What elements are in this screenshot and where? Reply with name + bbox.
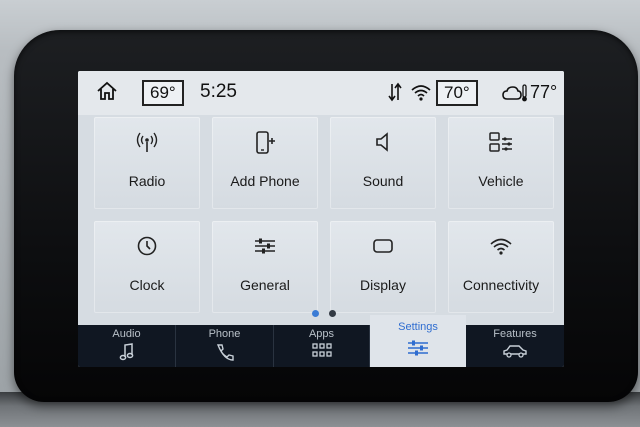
nav-label: Phone (208, 328, 241, 340)
nav-label: Apps (308, 328, 335, 340)
wifi-icon (489, 235, 513, 262)
display-icon (371, 235, 395, 262)
home-icon[interactable] (96, 81, 118, 106)
settings-grid: Radio Add Phone Sound Vehicle Clock Gene… (94, 117, 562, 325)
radio-antenna-icon (135, 131, 159, 158)
tile-label: Radio (128, 173, 166, 189)
vehicle-settings-icon (488, 131, 514, 160)
car-icon (466, 343, 564, 364)
nav-settings[interactable]: Settings (370, 315, 466, 367)
tile-label: Connectivity (462, 277, 540, 293)
phone-icon (176, 343, 273, 366)
wifi-icon (410, 82, 432, 107)
nav-apps[interactable]: Apps (274, 325, 370, 367)
data-transfer-icon (388, 82, 402, 107)
outside-temp: 77° (530, 82, 558, 102)
nav-audio[interactable]: Audio (78, 325, 176, 367)
tile-label: Vehicle (478, 173, 524, 189)
nav-label: Audio (112, 328, 141, 340)
sliders-icon (370, 339, 466, 362)
tile-connectivity[interactable]: Connectivity (448, 221, 554, 313)
tile-label: Display (360, 277, 406, 293)
clock-display: 5:25 (200, 81, 237, 102)
speaker-icon (372, 131, 394, 158)
bottom-nav: Audio Phone Apps Settings Features (78, 315, 564, 367)
page-dot[interactable] (329, 310, 337, 317)
tile-label: General (240, 277, 290, 293)
page-dot-active[interactable] (312, 310, 319, 317)
passenger-temp-display[interactable]: 70° (436, 80, 478, 106)
tile-add-phone[interactable]: Add Phone (212, 117, 318, 209)
tile-sound[interactable]: Sound (330, 117, 436, 209)
tile-general[interactable]: General (212, 221, 318, 313)
tile-clock[interactable]: Clock (94, 221, 200, 313)
nav-label: Features (493, 328, 537, 340)
page-indicator (312, 304, 342, 322)
tile-display[interactable]: Display (330, 221, 436, 313)
music-note-icon (78, 343, 175, 366)
tile-radio[interactable]: Radio (94, 117, 200, 209)
infotainment-screen: 69° 5:25 70° 77° Radio Add Phone Sound V… (78, 71, 564, 367)
tile-label: Sound (362, 173, 404, 189)
clock-icon (136, 235, 158, 262)
nav-features[interactable]: Features (466, 325, 564, 367)
status-bar: 69° 5:25 70° 77° (78, 71, 564, 115)
add-phone-icon (253, 131, 277, 160)
apps-grid-icon (274, 343, 369, 366)
tile-label: Add Phone (230, 173, 300, 189)
nav-phone[interactable]: Phone (176, 325, 274, 367)
tile-label: Clock (129, 277, 165, 293)
sliders-icon (253, 235, 277, 262)
nav-label: Settings (398, 321, 438, 333)
weather-icon (502, 83, 528, 108)
tile-vehicle[interactable]: Vehicle (448, 117, 554, 209)
driver-temp-display[interactable]: 69° (142, 80, 184, 106)
